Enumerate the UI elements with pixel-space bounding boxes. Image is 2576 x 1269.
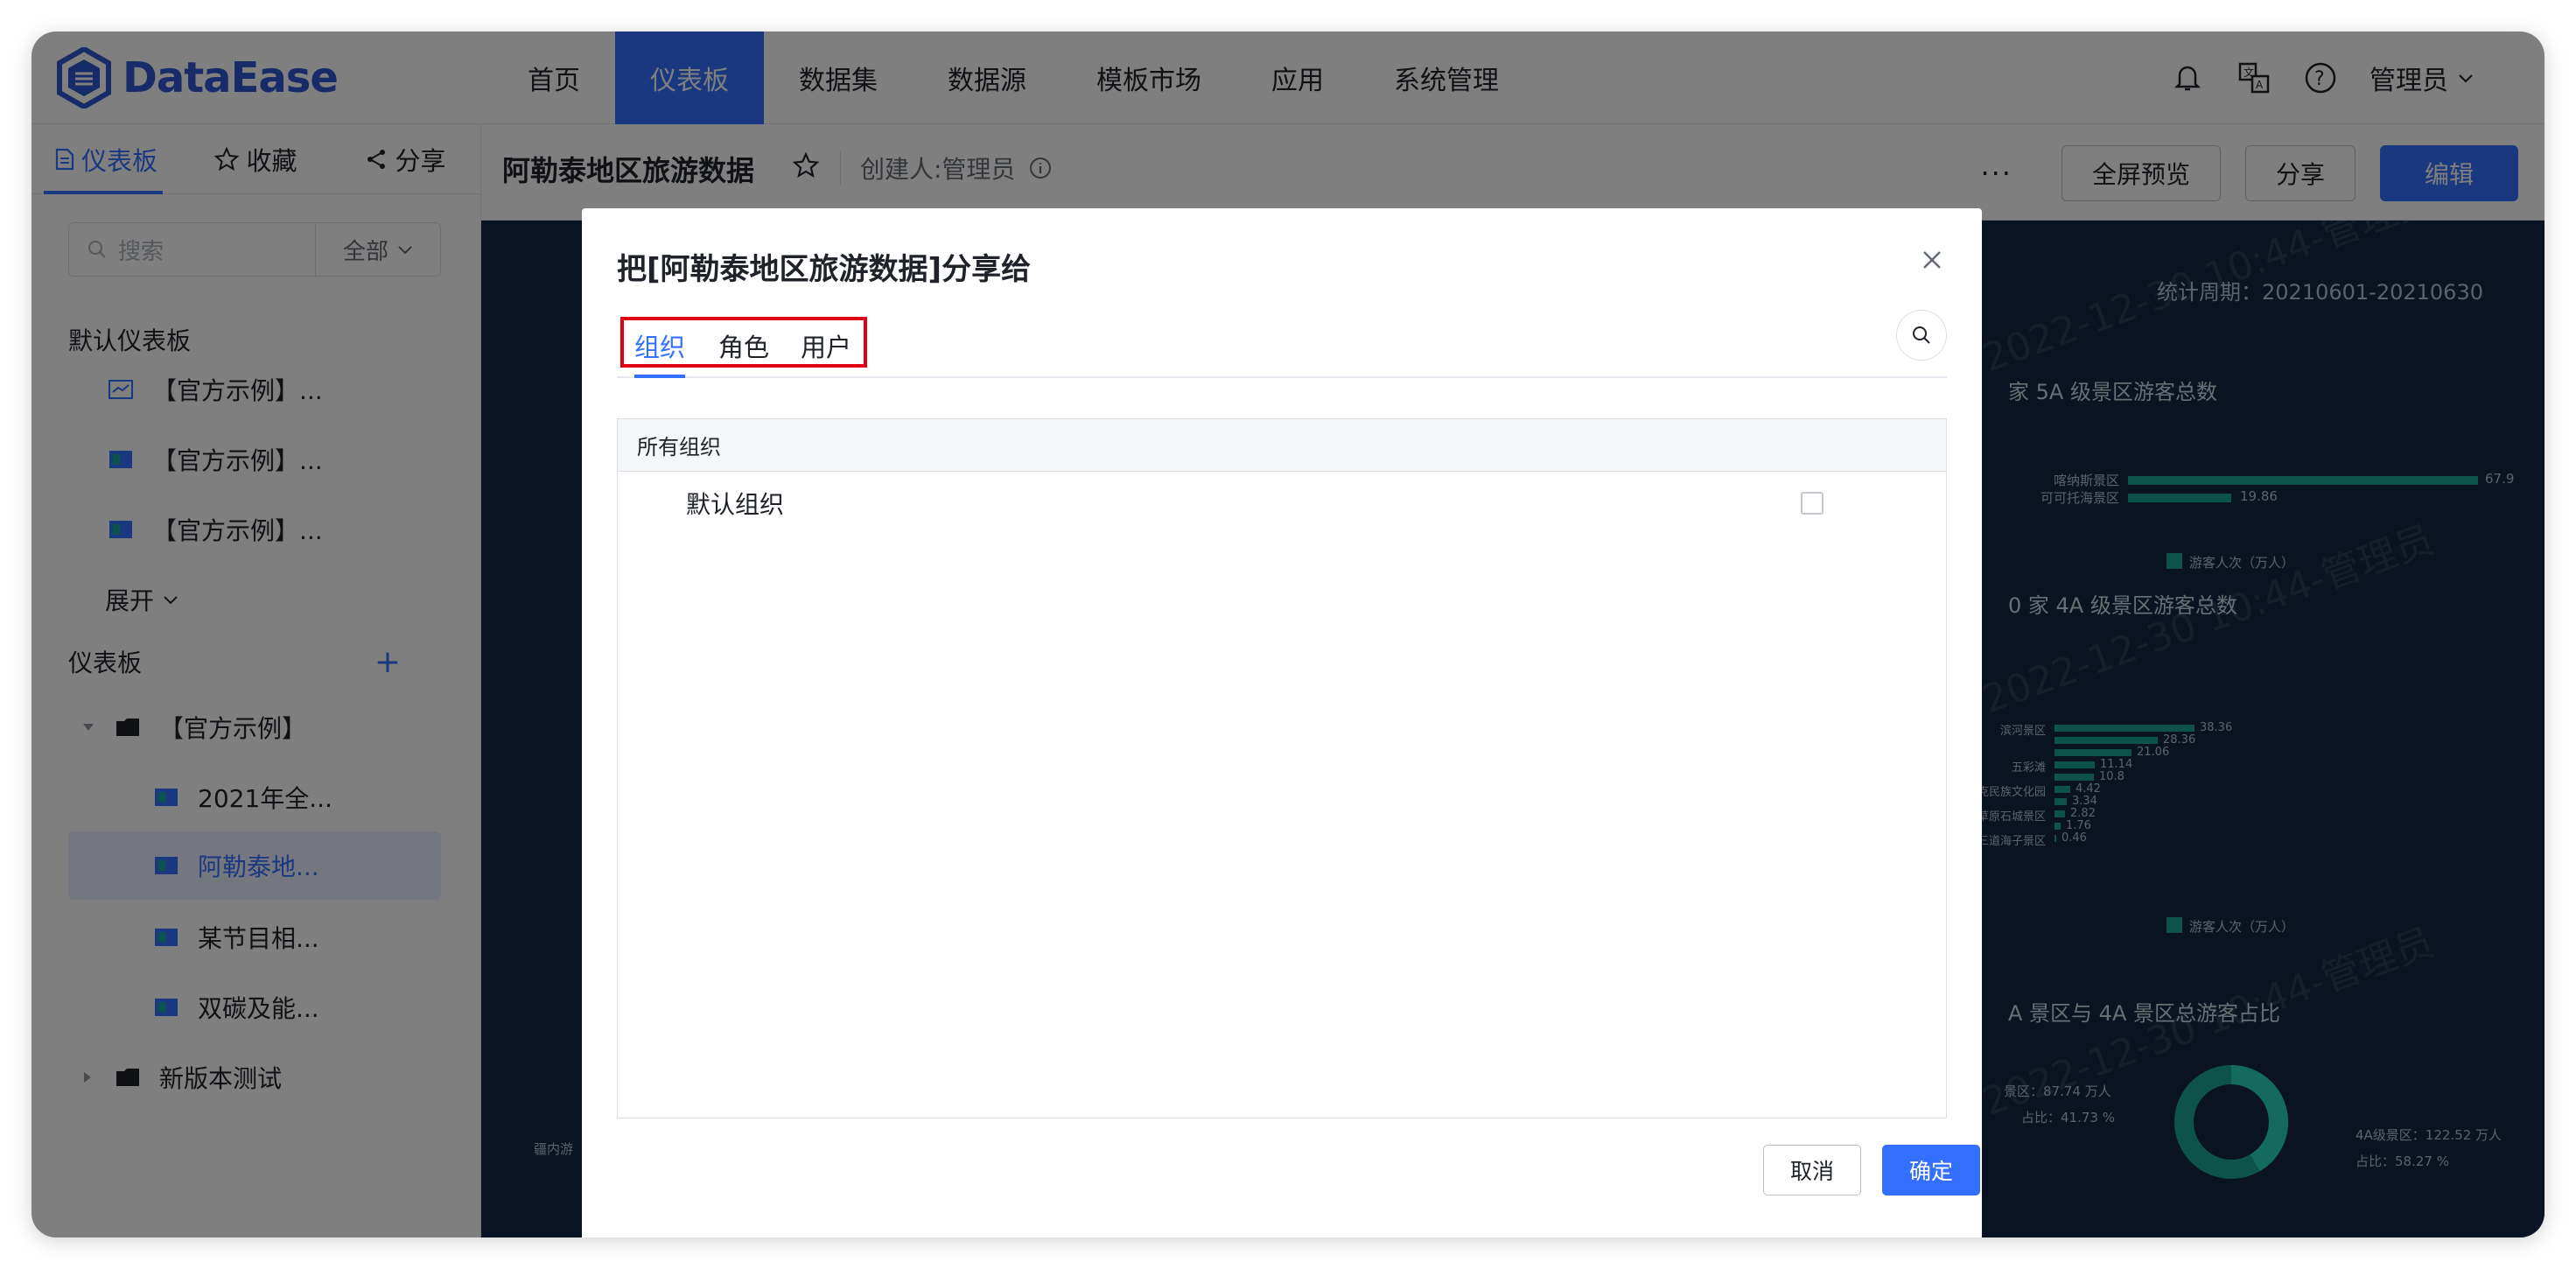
share-dialog-title: 把[阿勒泰地区旅游数据]分享给 xyxy=(617,252,1032,287)
close-icon[interactable] xyxy=(1917,245,1947,275)
tab-active-indicator xyxy=(634,375,685,378)
share-dialog: 把[阿勒泰地区旅游数据]分享给 组织 角色 用户 所有组织 默认组织 取消 确定 xyxy=(582,208,1982,1237)
highlight-box xyxy=(620,317,867,368)
search-icon xyxy=(1913,326,1930,344)
app-window: DataEase 首页 仪表板 数据集 数据源 模板市场 应用 系统管理 文A … xyxy=(32,32,2544,1237)
organization-tree: 所有组织 默认组织 xyxy=(617,418,1947,1118)
organization-checkbox[interactable] xyxy=(1801,492,1824,515)
cancel-button[interactable]: 取消 xyxy=(1763,1145,1861,1195)
tree-header: 所有组织 xyxy=(618,419,1946,472)
tree-row[interactable]: 默认组织 xyxy=(618,472,1946,535)
search-button[interactable] xyxy=(1896,310,1947,361)
confirm-button[interactable]: 确定 xyxy=(1882,1145,1980,1195)
share-target-tabs: 组织 角色 用户 xyxy=(617,317,1947,378)
tree-row-label: 默认组织 xyxy=(686,490,785,519)
